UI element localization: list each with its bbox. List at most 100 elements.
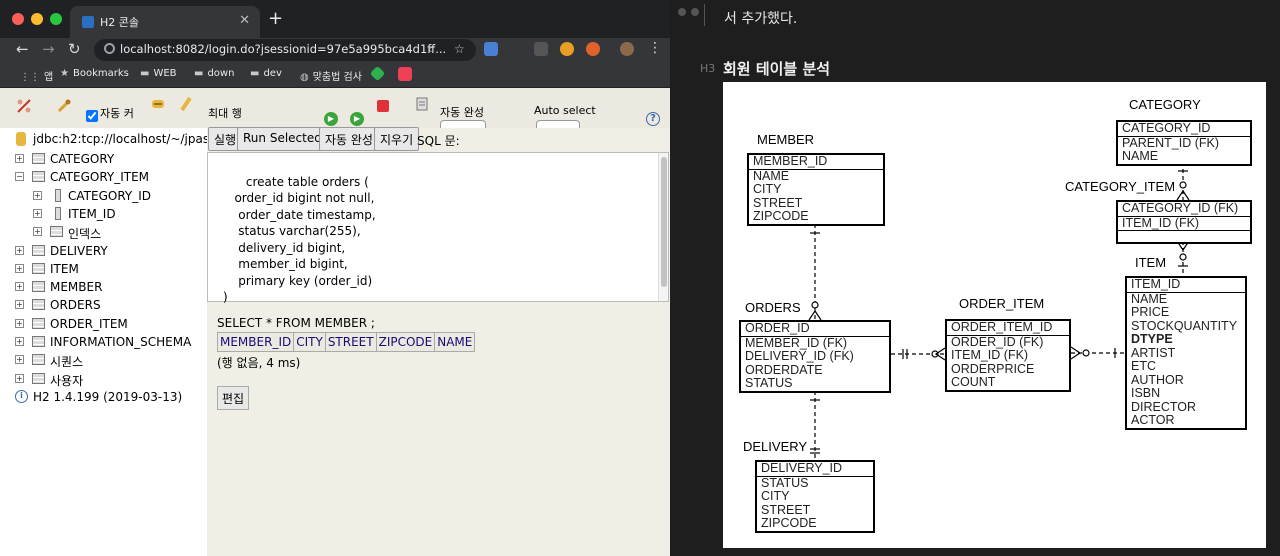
tree-item[interactable]: + DELIVERY [0,242,207,260]
disconnect-icon[interactable] [16,98,32,114]
bookmark-bookmarks[interactable]: ★ Bookmarks [60,68,129,79]
bookmark-apps[interactable]: ⋮⋮ 앱 [20,68,53,83]
bookmark-down[interactable]: ▬ down [194,68,234,79]
column-icon [55,206,61,220]
menu-kebab-icon[interactable]: ⋮ [648,40,662,56]
forward-icon[interactable]: → [42,40,55,58]
result-column-header[interactable]: ZIPCODE [375,332,436,352]
bookmarks-bar: ⋮⋮ 앱 ★ Bookmarks ▬ WEB ▬ down ▬ dev ◍ 맞춤법 검사 [0,62,670,88]
autocommit-label: 자동 커 [100,107,134,120]
tree-item[interactable]: + ORDER_ITEM [0,315,207,333]
folder-icon: ▬ [140,68,150,79]
erd-entity-box: MEMBER_ID NAME CITY STREET ZIPCODE [747,153,885,226]
reload-icon[interactable]: ↻ [68,40,81,58]
erd-entity-box: CATEGORY_ID PARENT_ID (FK) NAME [1116,120,1252,166]
help-icon[interactable]: ? [646,112,660,126]
sql-editor[interactable]: create table orders ( order_id bigint no… [207,152,669,304]
bookmark-spellcheck[interactable]: ◍ 맞춤법 검사 [300,68,362,83]
erd-entity-title: DELIVERY [743,439,808,454]
tree-item[interactable]: + 사용자 [0,370,207,388]
tree-item[interactable]: + CATEGORY [0,150,207,168]
auto-select-label: Auto select [534,104,596,117]
tree-item[interactable]: + CATEGORY_ID [0,187,207,205]
sql-editor-scrollbar[interactable] [658,153,668,301]
rollback-icon[interactable] [150,96,166,112]
tree-item-label: CATEGORY_ID [68,188,151,203]
minimize-window-dot[interactable] [691,8,699,16]
expand-icon[interactable]: + [15,337,24,346]
section-heading[interactable]: 회원 테이블 분석 [723,58,830,79]
refresh-icon[interactable] [56,98,72,114]
folder-icon: ▬ [194,68,204,79]
coin-extension-icon[interactable] [560,42,574,56]
close-tab-icon[interactable]: ✕ [239,13,250,28]
new-tab-icon[interactable]: + [268,8,283,29]
translate-extension-icon[interactable] [484,42,498,56]
run-selected-button[interactable]: Run Selected [237,127,328,151]
tree-item[interactable]: + ORDERS [0,296,207,314]
autocomplete-button[interactable]: 자동 완성 [319,127,379,151]
result-column-header[interactable]: STREET [324,332,377,352]
close-window-dot[interactable] [12,13,24,25]
autocommit-checkbox[interactable] [86,110,98,122]
erd-primary-key: CATEGORY_ID [1118,121,1250,137]
minimize-window-dot[interactable] [31,13,43,25]
run-icon[interactable]: ▶ [324,112,338,126]
clear-button[interactable]: 지우기 [374,127,420,151]
tree-item[interactable]: + 인덱스 [0,223,207,241]
expand-icon[interactable]: + [15,245,24,255]
tree-item[interactable]: − CATEGORY_ITEM [0,168,207,186]
expand-icon[interactable]: + [33,208,42,218]
stop-icon[interactable] [377,100,389,112]
spellcheck-icon: ◍ [300,72,309,83]
bookmark-dev[interactable]: ▬ dev [250,68,282,79]
feedly-bookmark-icon[interactable] [369,65,386,82]
tab-h2-console[interactable]: H2 콘솔 ✕ [70,6,260,38]
back-icon[interactable]: ← [16,40,29,58]
tree-item-label: 사용자 [50,373,84,388]
heading-level-marker: H3 [700,62,716,75]
info-icon[interactable] [104,43,115,54]
erd-diagram-image: MEMBER MEMBER_ID NAME CITY STREET ZIPCODE ORDE… [723,82,1266,548]
result-column-header[interactable]: CITY [293,332,326,352]
tree-item[interactable]: + ITEM_ID [0,205,207,223]
erd-attribute: COUNT [951,375,996,389]
profile-avatar-icon[interactable] [620,42,634,56]
pocket-bookmark-icon[interactable] [398,67,412,81]
font-extension-icon[interactable] [534,42,548,56]
tree-item[interactable]: + INFORMATION_SCHEMA [0,333,207,351]
expand-icon[interactable]: + [15,282,24,292]
expand-icon[interactable]: + [15,355,24,365]
erd-attribute: ORDERPRICE [951,361,1035,376]
tree-item-label: ORDER_ITEM [50,316,128,331]
tree-item[interactable]: + MEMBER [0,278,207,296]
erd-attribute-list: NAME CITY STREET ZIPCODE [749,169,883,224]
expand-icon[interactable]: + [15,318,24,328]
maximize-window-dot[interactable] [50,13,62,25]
erd-attribute: MEMBER_ID (FK) [745,335,848,350]
address-bar[interactable]: localhost:8082/login.do?jsessionid=97e5a… [94,39,476,61]
bookmark-web[interactable]: ▬ WEB [140,68,177,79]
close-window-dot[interactable] [678,8,686,16]
scrollbar-thumb[interactable] [661,157,667,287]
expand-icon[interactable]: + [33,190,42,200]
expand-icon[interactable]: + [33,227,42,237]
result-column-header[interactable]: MEMBER_ID [216,332,295,352]
expand-icon[interactable]: + [15,300,24,310]
zoom-icon[interactable]: ⌕ [428,42,435,57]
table-icon [32,281,45,293]
collapse-icon[interactable]: − [15,172,24,182]
tree-item[interactable]: + 시퀀스 [0,351,207,369]
edit-button[interactable]: 편집 [217,386,250,410]
history-icon[interactable] [414,96,430,112]
result-column-header[interactable]: NAME [434,332,476,352]
commit-icon[interactable] [178,96,194,112]
expand-icon[interactable]: + [15,373,24,383]
run-selected-icon[interactable]: ▶ [350,112,364,126]
bookmark-star-icon[interactable]: ☆ [454,42,465,56]
orange-extension-icon[interactable] [586,42,600,56]
expand-icon[interactable]: + [15,263,24,273]
tree-item[interactable]: + ITEM [0,260,207,278]
note-text-line[interactable]: 서 추가했다. [724,8,797,28]
expand-icon[interactable]: + [15,154,24,163]
